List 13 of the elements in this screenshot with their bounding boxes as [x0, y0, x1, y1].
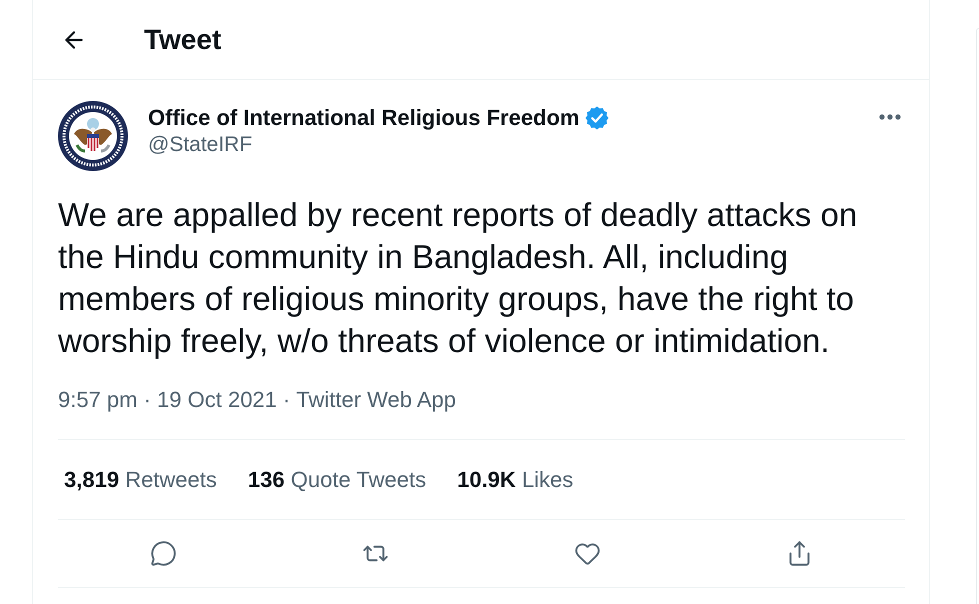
seal-emblem-icon[interactable]: [58, 101, 128, 171]
stat-link[interactable]: 3,819 Retweets: [64, 466, 217, 492]
stat-link[interactable]: 136 Quote Tweets: [248, 466, 426, 492]
stat-link[interactable]: 10.9K Likes: [457, 466, 574, 492]
more-icon[interactable]: [879, 114, 901, 120]
source-link[interactable]: Twitter Web App: [296, 386, 456, 414]
author-handle[interactable]: @StateIRF: [148, 131, 252, 158]
separator-dot: ·: [282, 386, 290, 414]
tweet-text: We are appalled by recent reports of deadly attacks on the Hindu community in Bangladesh. All, including members of religious minority groups, have the right to worship freely, w/o threats of violence or intimidation.: [58, 195, 858, 361]
page-title: Tweet: [144, 24, 222, 56]
author-name[interactable]: Office of International Religious Freedom: [148, 104, 580, 131]
timestamp-link[interactable]: 9:57 pm · 19 Oct 2021: [58, 386, 277, 414]
speech-bubble-icon[interactable]: [150, 540, 178, 567]
